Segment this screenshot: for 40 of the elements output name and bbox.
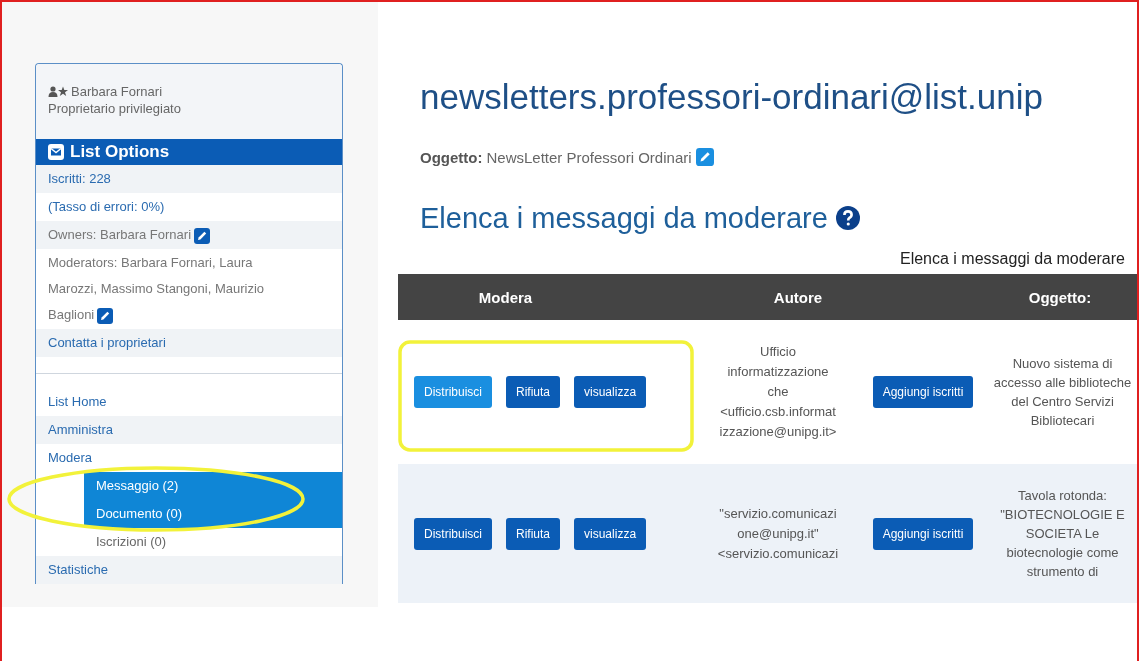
sub-nav-link[interactable]: Documento (0) — [84, 500, 342, 528]
subject-text: NewsLetter Professori Ordinari — [486, 148, 692, 166]
nav-link[interactable]: Amministra — [48, 422, 113, 437]
moderate-button[interactable]: visualizza — [574, 376, 647, 408]
list-address-title: newsletters.professori-ordinari@list.unip — [420, 76, 1044, 118]
envelope-icon — [48, 144, 64, 160]
table-caption: Elenca i messaggi da moderare — [899, 250, 1125, 268]
user-name: Barbara Fornari — [71, 84, 163, 99]
sidebar-link[interactable]: (Tasso di errori: 0%) — [48, 199, 165, 214]
author-cell-text: "servizio.comunicazi one@unipg.it" <servizio.comunicazi — [716, 504, 840, 563]
moderate-button[interactable]: Rifiuta — [506, 376, 561, 408]
moderate-button[interactable]: Rifiuta — [506, 517, 561, 550]
column-header: Autore — [772, 288, 824, 306]
section-title: Elenca i messaggi da moderare — [420, 201, 828, 236]
author-cell-text: Ufficio informatizzazione che <ufficio.csb.informat izzazione@unipg.it> — [718, 343, 838, 441]
subject-cell-text: Nuovo sistema di accesso alle biblioteche del Centro Servizi Bibliotecari — [992, 355, 1133, 430]
sidebar-text: Moderators: Barbara Fornari, Laura Marozzi, Massimo Stangoni, Maurizio Baglioni — [48, 255, 265, 322]
column-header: Oggetto: — [1027, 288, 1093, 306]
edit-icon[interactable] — [97, 307, 114, 324]
add-subscribers-button[interactable]: Aggiungi iscritti — [872, 376, 974, 408]
add-subscribers-button[interactable]: Aggiungi iscritti — [872, 517, 974, 550]
subject-cell-text: Tavola rotonda: "BIOTECNOLOGIE E SOCIETA Le biotecnologie come strumento di — [999, 487, 1126, 581]
moderate-button[interactable]: Distribuisci — [414, 517, 492, 550]
help-icon[interactable] — [835, 206, 860, 230]
moderate-button[interactable]: Distribuisci — [414, 376, 492, 408]
user-star-icon — [48, 86, 68, 97]
list-options-title: List Options — [70, 142, 170, 162]
subject-label: Oggetto: — [420, 148, 483, 166]
edit-icon[interactable] — [194, 227, 211, 244]
sub-nav-link[interactable]: Messaggio (2) — [84, 472, 342, 500]
sidebar-text: Owners: Barbara Fornari — [48, 227, 211, 242]
moderate-button[interactable]: visualizza — [574, 517, 647, 550]
column-header: Modera — [477, 288, 534, 306]
sidebar-link[interactable]: Iscritti: 228 — [48, 171, 111, 186]
user-role: Proprietario privilegiato — [48, 101, 182, 116]
edit-icon[interactable] — [695, 148, 714, 166]
nav-link[interactable]: List Home — [48, 394, 107, 409]
nav-link[interactable]: Modera — [48, 450, 93, 465]
nav-link[interactable]: Statistiche — [48, 562, 108, 577]
sub-nav-link[interactable]: Iscrizioni (0) — [84, 528, 342, 556]
